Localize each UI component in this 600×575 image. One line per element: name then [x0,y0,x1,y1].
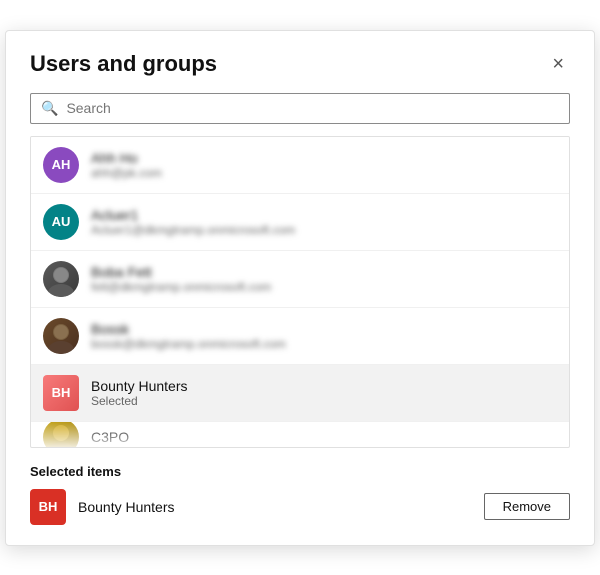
item-name: Boba Fett [91,264,557,280]
avatar: AH [43,147,79,183]
dialog-header: Users and groups × [30,51,570,77]
selected-item-row: BH Bounty Hunters Remove [30,489,570,525]
item-name: Acluer1 [91,207,557,223]
list-item-partial[interactable]: C3PO [31,422,569,447]
dialog: Users and groups × 🔍 AH Ahh Ho ahh@pk.co… [5,30,595,546]
item-info: Boba Fett fett@dkmgtramp.onmicrosoft.com [91,264,557,294]
item-email: fett@dkmgtramp.onmicrosoft.com [91,280,557,294]
list-scroll[interactable]: AH Ahh Ho ahh@pk.com AU Acluer1 Acluer1@… [31,137,569,447]
item-info: Bounty Hunters Selected [91,378,557,408]
item-email: bossk@dkmgtramp.onmicrosoft.com [91,337,557,351]
item-email: ahh@pk.com [91,166,557,180]
list-item[interactable]: AH Ahh Ho ahh@pk.com [31,137,569,194]
remove-button[interactable]: Remove [484,493,570,520]
close-button[interactable]: × [546,52,570,76]
item-info: Acluer1 Acluer1@dkmgtramp.onmicrosoft.co… [91,207,557,237]
item-name: Bounty Hunters [91,378,557,394]
item-email: Acluer1@dkmgtramp.onmicrosoft.com [91,223,557,237]
avatar: BH [43,375,79,411]
item-info: Ahh Ho ahh@pk.com [91,150,557,180]
selected-section-title: Selected items [30,464,570,479]
avatar: AU [43,204,79,240]
avatar [43,422,79,447]
item-info: Bossk bossk@dkmgtramp.onmicrosoft.com [91,321,557,351]
search-icon: 🔍 [41,100,58,117]
list-item[interactable]: AU Acluer1 Acluer1@dkmgtramp.onmicrosoft… [31,194,569,251]
item-name: Bossk [91,321,557,337]
search-box: 🔍 [30,93,570,124]
item-info: C3PO [91,429,557,445]
selected-item-name: Bounty Hunters [78,499,472,515]
item-status: Selected [91,394,557,408]
search-input[interactable] [66,100,559,116]
list-container: AH Ahh Ho ahh@pk.com AU Acluer1 Acluer1@… [30,136,570,448]
dialog-title: Users and groups [30,51,217,77]
selected-items-area: Selected items BH Bounty Hunters Remove [30,464,570,525]
list-item-selected[interactable]: BH Bounty Hunters Selected [31,365,569,422]
avatar [43,318,79,354]
selected-item-avatar: BH [30,489,66,525]
avatar [43,261,79,297]
list-item[interactable]: Boba Fett fett@dkmgtramp.onmicrosoft.com [31,251,569,308]
item-name: Ahh Ho [91,150,557,166]
item-name: C3PO [91,429,557,445]
list-item[interactable]: Bossk bossk@dkmgtramp.onmicrosoft.com [31,308,569,365]
